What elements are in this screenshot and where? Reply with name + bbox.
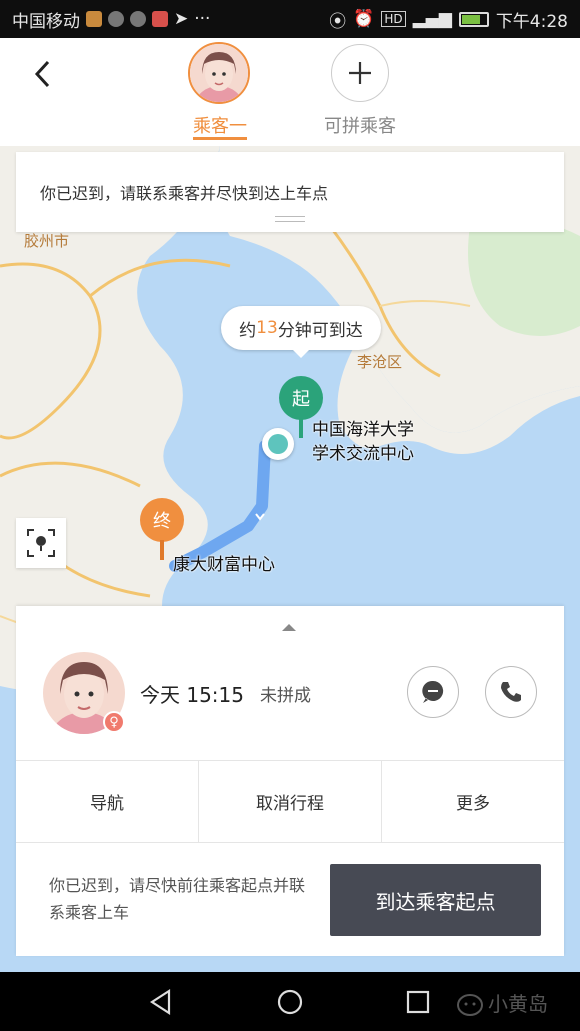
circle-home-icon (277, 989, 303, 1015)
end-place-label: 康大财富中心 (173, 555, 275, 575)
chevron-left-icon (34, 60, 50, 88)
late-notice-text: 你已迟到，请联系乘客并尽快到达上车点 (40, 184, 329, 203)
watermark-text: 小黄岛 (488, 992, 548, 1016)
tab-underline (193, 137, 247, 140)
call-button[interactable] (485, 666, 537, 718)
passenger-avatar-tab[interactable] (188, 42, 250, 104)
recents-nav-button[interactable] (402, 986, 434, 1018)
watermark: 小黄岛 (456, 988, 548, 1017)
signal-icon: ▂▄▆ (412, 9, 452, 29)
locate-button[interactable] (16, 518, 66, 568)
end-marker-stem (160, 540, 164, 560)
locate-icon (27, 529, 55, 557)
app-icon (130, 11, 146, 27)
expand-arrow-icon[interactable] (282, 624, 296, 631)
mascot-icon (457, 993, 483, 1016)
start-marker[interactable]: 起 (279, 376, 323, 420)
message-button[interactable] (407, 666, 459, 718)
chat-icon (422, 680, 444, 703)
navigate-button[interactable]: 导航 (16, 761, 199, 842)
avatar-image (190, 44, 248, 102)
home-nav-button[interactable] (274, 986, 306, 1018)
eta-suffix: 分钟可到达 (277, 320, 363, 341)
late-notice-card[interactable]: 你已迟到，请联系乘客并尽快到达上车点 (16, 152, 564, 232)
eta-prefix: 约 (239, 320, 257, 341)
drag-handle-icon[interactable] (275, 216, 305, 222)
battery-icon (458, 11, 489, 27)
news-icon (152, 11, 168, 27)
arrive-pickup-button[interactable]: 到达乘客起点 (330, 864, 541, 936)
late-hint-text: 你已迟到，请尽快前往乘客起点并联系乘客上车 (49, 876, 306, 922)
system-nav-bar: 小黄岛 (0, 972, 580, 1031)
back-button[interactable] (26, 58, 58, 90)
cancel-trip-button[interactable]: 取消行程 (199, 761, 382, 842)
eta-bubble: 约 13 分钟可到达 (221, 306, 381, 358)
square-recents-icon (406, 990, 430, 1014)
trip-card: ♀ 今天 15:15 未拼成 导航 取消行程 更多 你已迟到，请尽快前往乘客起点… (16, 606, 564, 956)
notification-icon (86, 11, 102, 27)
location-icon: ⦿ (329, 11, 347, 32)
city-label: 胶州市 (24, 232, 70, 250)
trip-header: 乘客一 可拼乘客 (0, 38, 580, 146)
status-bar: 中国移动 ➤ ··· ⦿ ⏰ HD ▂▄▆ 下午4:28 (0, 0, 580, 38)
eta-minutes: 13 (256, 318, 278, 338)
tab-passenger-one[interactable]: 乘客一 (178, 112, 262, 138)
start-marker-stem (299, 418, 303, 438)
start-place-line2: 学术交流中心 (312, 444, 414, 464)
add-passenger-label: 可拼乘客 (324, 116, 396, 137)
telegram-icon: ➤ (174, 9, 189, 29)
alarm-icon: ⏰ (353, 9, 375, 29)
media-icon (108, 11, 124, 27)
end-marker[interactable]: 终 (140, 498, 184, 542)
more-notifications-icon: ··· (194, 9, 211, 29)
add-passenger-button[interactable] (331, 44, 389, 102)
phone-icon (501, 682, 521, 702)
plus-icon (349, 62, 371, 84)
status-time: 下午4:28 (495, 11, 568, 32)
carpool-status: 未拼成 (260, 686, 311, 706)
hd-icon: HD (381, 11, 406, 27)
district-label: 李沧区 (357, 353, 403, 371)
start-place-line1: 中国海洋大学 (312, 420, 414, 440)
triangle-back-icon (149, 988, 171, 1016)
start-place-label: 中国海洋大学 学术交流中心 (312, 418, 414, 466)
carrier-label: 中国移动 (12, 11, 80, 32)
trip-time: 今天 15:15 (140, 683, 244, 707)
back-nav-button[interactable] (145, 986, 177, 1018)
action-row: 导航 取消行程 更多 (16, 760, 564, 843)
female-icon: ♀ (103, 711, 125, 733)
more-button[interactable]: 更多 (382, 761, 564, 842)
current-location-dot (262, 428, 294, 460)
